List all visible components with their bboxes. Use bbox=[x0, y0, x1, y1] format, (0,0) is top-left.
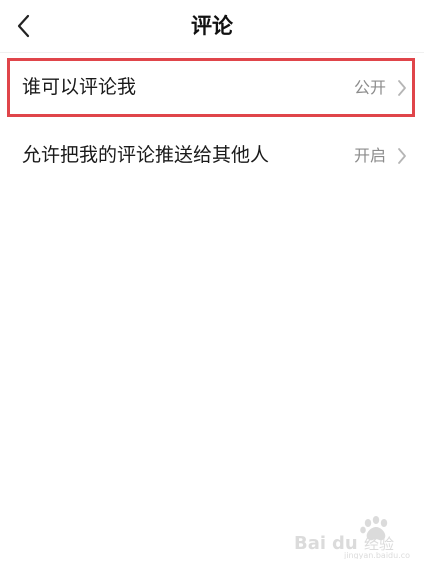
page-title: 评论 bbox=[191, 14, 233, 38]
svg-text:jingyan.baidu.com: jingyan.baidu.com bbox=[343, 551, 410, 559]
baidu-jingyan-watermark: Bai du 经验 jingyan.baidu.com bbox=[292, 515, 410, 559]
header-bar: 评论 bbox=[0, 0, 424, 52]
chevron-right-icon bbox=[396, 79, 408, 97]
setting-row-push-comments[interactable]: 允许把我的评论推送给其他人 开启 bbox=[0, 123, 424, 187]
chevron-right-icon bbox=[396, 147, 408, 165]
setting-value: 公开 bbox=[353, 78, 386, 97]
setting-row-who-can-comment[interactable]: 谁可以评论我 公开 bbox=[0, 55, 424, 119]
svg-text:Bai: Bai bbox=[294, 533, 326, 554]
setting-value: 开启 bbox=[353, 146, 386, 165]
setting-label: 谁可以评论我 bbox=[22, 76, 137, 98]
header-divider bbox=[0, 52, 424, 53]
setting-label: 允许把我的评论推送给其他人 bbox=[22, 144, 270, 166]
